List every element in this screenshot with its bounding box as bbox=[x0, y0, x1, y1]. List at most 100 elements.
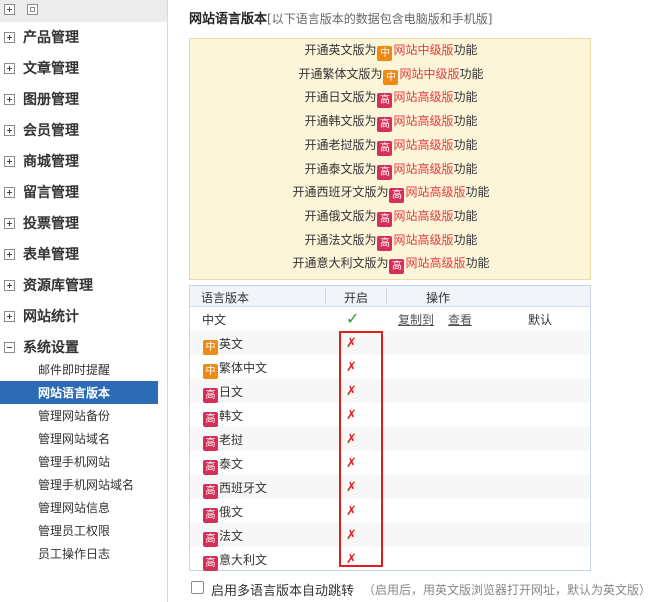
table-row: 高日文 ✗ bbox=[190, 379, 590, 403]
page-note: [以下语言版本的数据包含电脑版和手机版] bbox=[267, 12, 493, 26]
subitem-language-versions[interactable]: 网站语言版本 bbox=[0, 381, 158, 404]
language-name: 高意大利文 bbox=[202, 551, 267, 571]
edition-name: 网站高级版 bbox=[393, 137, 454, 152]
menu-mall[interactable]: 商城管理 bbox=[0, 151, 168, 173]
high-level-badge: 高 bbox=[377, 235, 393, 251]
expand-icon[interactable] bbox=[4, 311, 15, 322]
language-name: 高日文 bbox=[202, 383, 243, 403]
menu-statistics[interactable]: 网站统计 bbox=[0, 306, 168, 328]
menu-products[interactable]: 产品管理 bbox=[0, 27, 168, 49]
expand-icon[interactable] bbox=[4, 32, 15, 43]
notice-text: 功能 bbox=[453, 232, 478, 247]
menu-members[interactable]: 会员管理 bbox=[0, 120, 168, 142]
notice-line: 开通英文版为中网站中级版功能 bbox=[190, 42, 592, 61]
notice-text: 开通韩文版为 bbox=[304, 114, 377, 129]
header-divider bbox=[386, 288, 387, 304]
table-header: 语言版本 开启 操作 bbox=[190, 286, 590, 307]
table-row: 高泰文 ✗ bbox=[190, 451, 590, 475]
edition-name: 网站高级版 bbox=[393, 161, 454, 176]
menu-votes[interactable]: 投票管理 bbox=[0, 213, 168, 235]
table-row: 高老挝 ✗ bbox=[190, 427, 590, 451]
high-level-badge: 高 bbox=[377, 211, 393, 227]
notice-text: 开通繁体文版为 bbox=[298, 66, 383, 81]
menu-label: 资源库管理 bbox=[23, 278, 93, 294]
view-link[interactable]: 查看 bbox=[448, 311, 472, 328]
expand-icon[interactable] bbox=[4, 280, 15, 291]
subitem-site-info[interactable]: 管理网站信息 bbox=[0, 496, 158, 519]
subitem-backup[interactable]: 管理网站备份 bbox=[0, 404, 158, 427]
auto-redirect-checkbox[interactable] bbox=[191, 581, 204, 594]
auto-redirect-label[interactable]: 启用多语言版本自动跳转 bbox=[211, 580, 354, 599]
menu-label: 投票管理 bbox=[23, 216, 79, 232]
subitem-label: 管理员工权限 bbox=[38, 524, 111, 538]
subitem-domains[interactable]: 管理网站域名 bbox=[0, 427, 158, 450]
table-row: 高韩文 ✗ bbox=[190, 403, 590, 427]
notice-line: 开通意大利文版为高网站高级版功能 bbox=[190, 255, 592, 275]
high-level-badge: 高 bbox=[389, 259, 405, 275]
notice-text: 开通英文版为 bbox=[304, 43, 377, 57]
menu-articles[interactable]: 文章管理 bbox=[0, 58, 168, 80]
notice-text: 开通法文版为 bbox=[304, 232, 377, 247]
menu-label: 留言管理 bbox=[23, 185, 79, 201]
language-table: 语言版本 开启 操作 中文 ✓ 复制到 查看 默认中英文 ✗ 中繁体中文 ✗ 高日文 ✗ 高韩文 ✗ 高… bbox=[189, 285, 591, 571]
expand-icon[interactable] bbox=[4, 63, 15, 74]
subitem-email-alert[interactable]: 邮件即时提醒 bbox=[0, 358, 158, 381]
menu-messages[interactable]: 留言管理 bbox=[0, 182, 168, 204]
mid-level-badge: 中 bbox=[203, 364, 218, 379]
notice-text: 功能 bbox=[453, 161, 478, 176]
notice-text: 开通日文版为 bbox=[304, 90, 377, 105]
language-name: 高西班牙文 bbox=[202, 479, 267, 499]
expand-icon[interactable] bbox=[4, 156, 15, 167]
menu-label: 商城管理 bbox=[23, 154, 79, 170]
language-name: 高韩文 bbox=[202, 407, 243, 427]
notice-text: 功能 bbox=[459, 66, 484, 81]
table-row: 中繁体中文 ✗ bbox=[190, 355, 590, 379]
menu-resources[interactable]: 资源库管理 bbox=[0, 275, 168, 297]
notice-text: 开通意大利文版为 bbox=[292, 256, 389, 271]
enabled-check-icon[interactable]: ✓ bbox=[346, 309, 359, 328]
notice-line: 开通日文版为高网站高级版功能 bbox=[190, 89, 592, 109]
menu-label: 系统设置 bbox=[23, 340, 79, 356]
expand-all-icon[interactable] bbox=[4, 4, 15, 15]
table-row: 中文 ✓ 复制到 查看 默认 bbox=[190, 307, 590, 331]
high-level-badge: 高 bbox=[377, 140, 393, 156]
notice-line: 开通老挝版为高网站高级版功能 bbox=[190, 137, 592, 156]
menu-albums[interactable]: 图册管理 bbox=[0, 89, 168, 111]
edition-name: 网站高级版 bbox=[393, 114, 454, 129]
expand-icon[interactable] bbox=[4, 125, 15, 136]
page-header: 网站语言版本[以下语言版本的数据包含电脑版和手机版] bbox=[189, 8, 492, 27]
menu-forms[interactable]: 表单管理 bbox=[0, 244, 168, 266]
edition-name: 网站高级版 bbox=[393, 232, 454, 247]
collapse-all-icon[interactable] bbox=[27, 4, 38, 15]
table-row: 中英文 ✗ bbox=[190, 331, 590, 355]
high-level-badge: 高 bbox=[377, 117, 393, 133]
menu-system-settings[interactable]: 系统设置 bbox=[0, 337, 168, 359]
subitem-staff-permissions[interactable]: 管理员工权限 bbox=[0, 519, 158, 542]
menu-label: 网站统计 bbox=[23, 309, 79, 325]
high-level-badge: 高 bbox=[377, 93, 393, 109]
notice-text: 功能 bbox=[453, 90, 478, 105]
high-level-badge: 高 bbox=[203, 508, 218, 523]
header-version: 语言版本 bbox=[201, 291, 250, 305]
subitem-label: 邮件即时提醒 bbox=[38, 363, 111, 377]
high-level-badge: 高 bbox=[377, 164, 393, 180]
subitem-mobile-domains[interactable]: 管理手机网站域名 bbox=[0, 473, 158, 496]
notice-text: 开通西班牙文版为 bbox=[292, 185, 389, 200]
subitem-staff-log[interactable]: 员工操作日志 bbox=[0, 542, 158, 565]
expand-icon[interactable] bbox=[4, 187, 15, 198]
menu-label: 表单管理 bbox=[23, 247, 79, 263]
subitem-mobile-site[interactable]: 管理手机网站 bbox=[0, 450, 158, 473]
high-level-badge: 高 bbox=[203, 484, 218, 499]
collapse-icon[interactable] bbox=[4, 342, 15, 353]
expand-icon[interactable] bbox=[4, 249, 15, 260]
menu-label: 产品管理 bbox=[23, 30, 79, 46]
notice-line: 开通泰文版为高网站高级版功能 bbox=[190, 161, 592, 180]
notice-text: 功能 bbox=[465, 185, 490, 200]
expand-icon[interactable] bbox=[4, 94, 15, 105]
notice-text: 功能 bbox=[465, 256, 490, 271]
high-level-badge: 高 bbox=[203, 388, 218, 403]
high-level-badge: 高 bbox=[203, 460, 218, 475]
header-enabled: 开启 bbox=[344, 291, 369, 305]
copy-to-link[interactable]: 复制到 bbox=[398, 311, 434, 328]
expand-icon[interactable] bbox=[4, 218, 15, 229]
